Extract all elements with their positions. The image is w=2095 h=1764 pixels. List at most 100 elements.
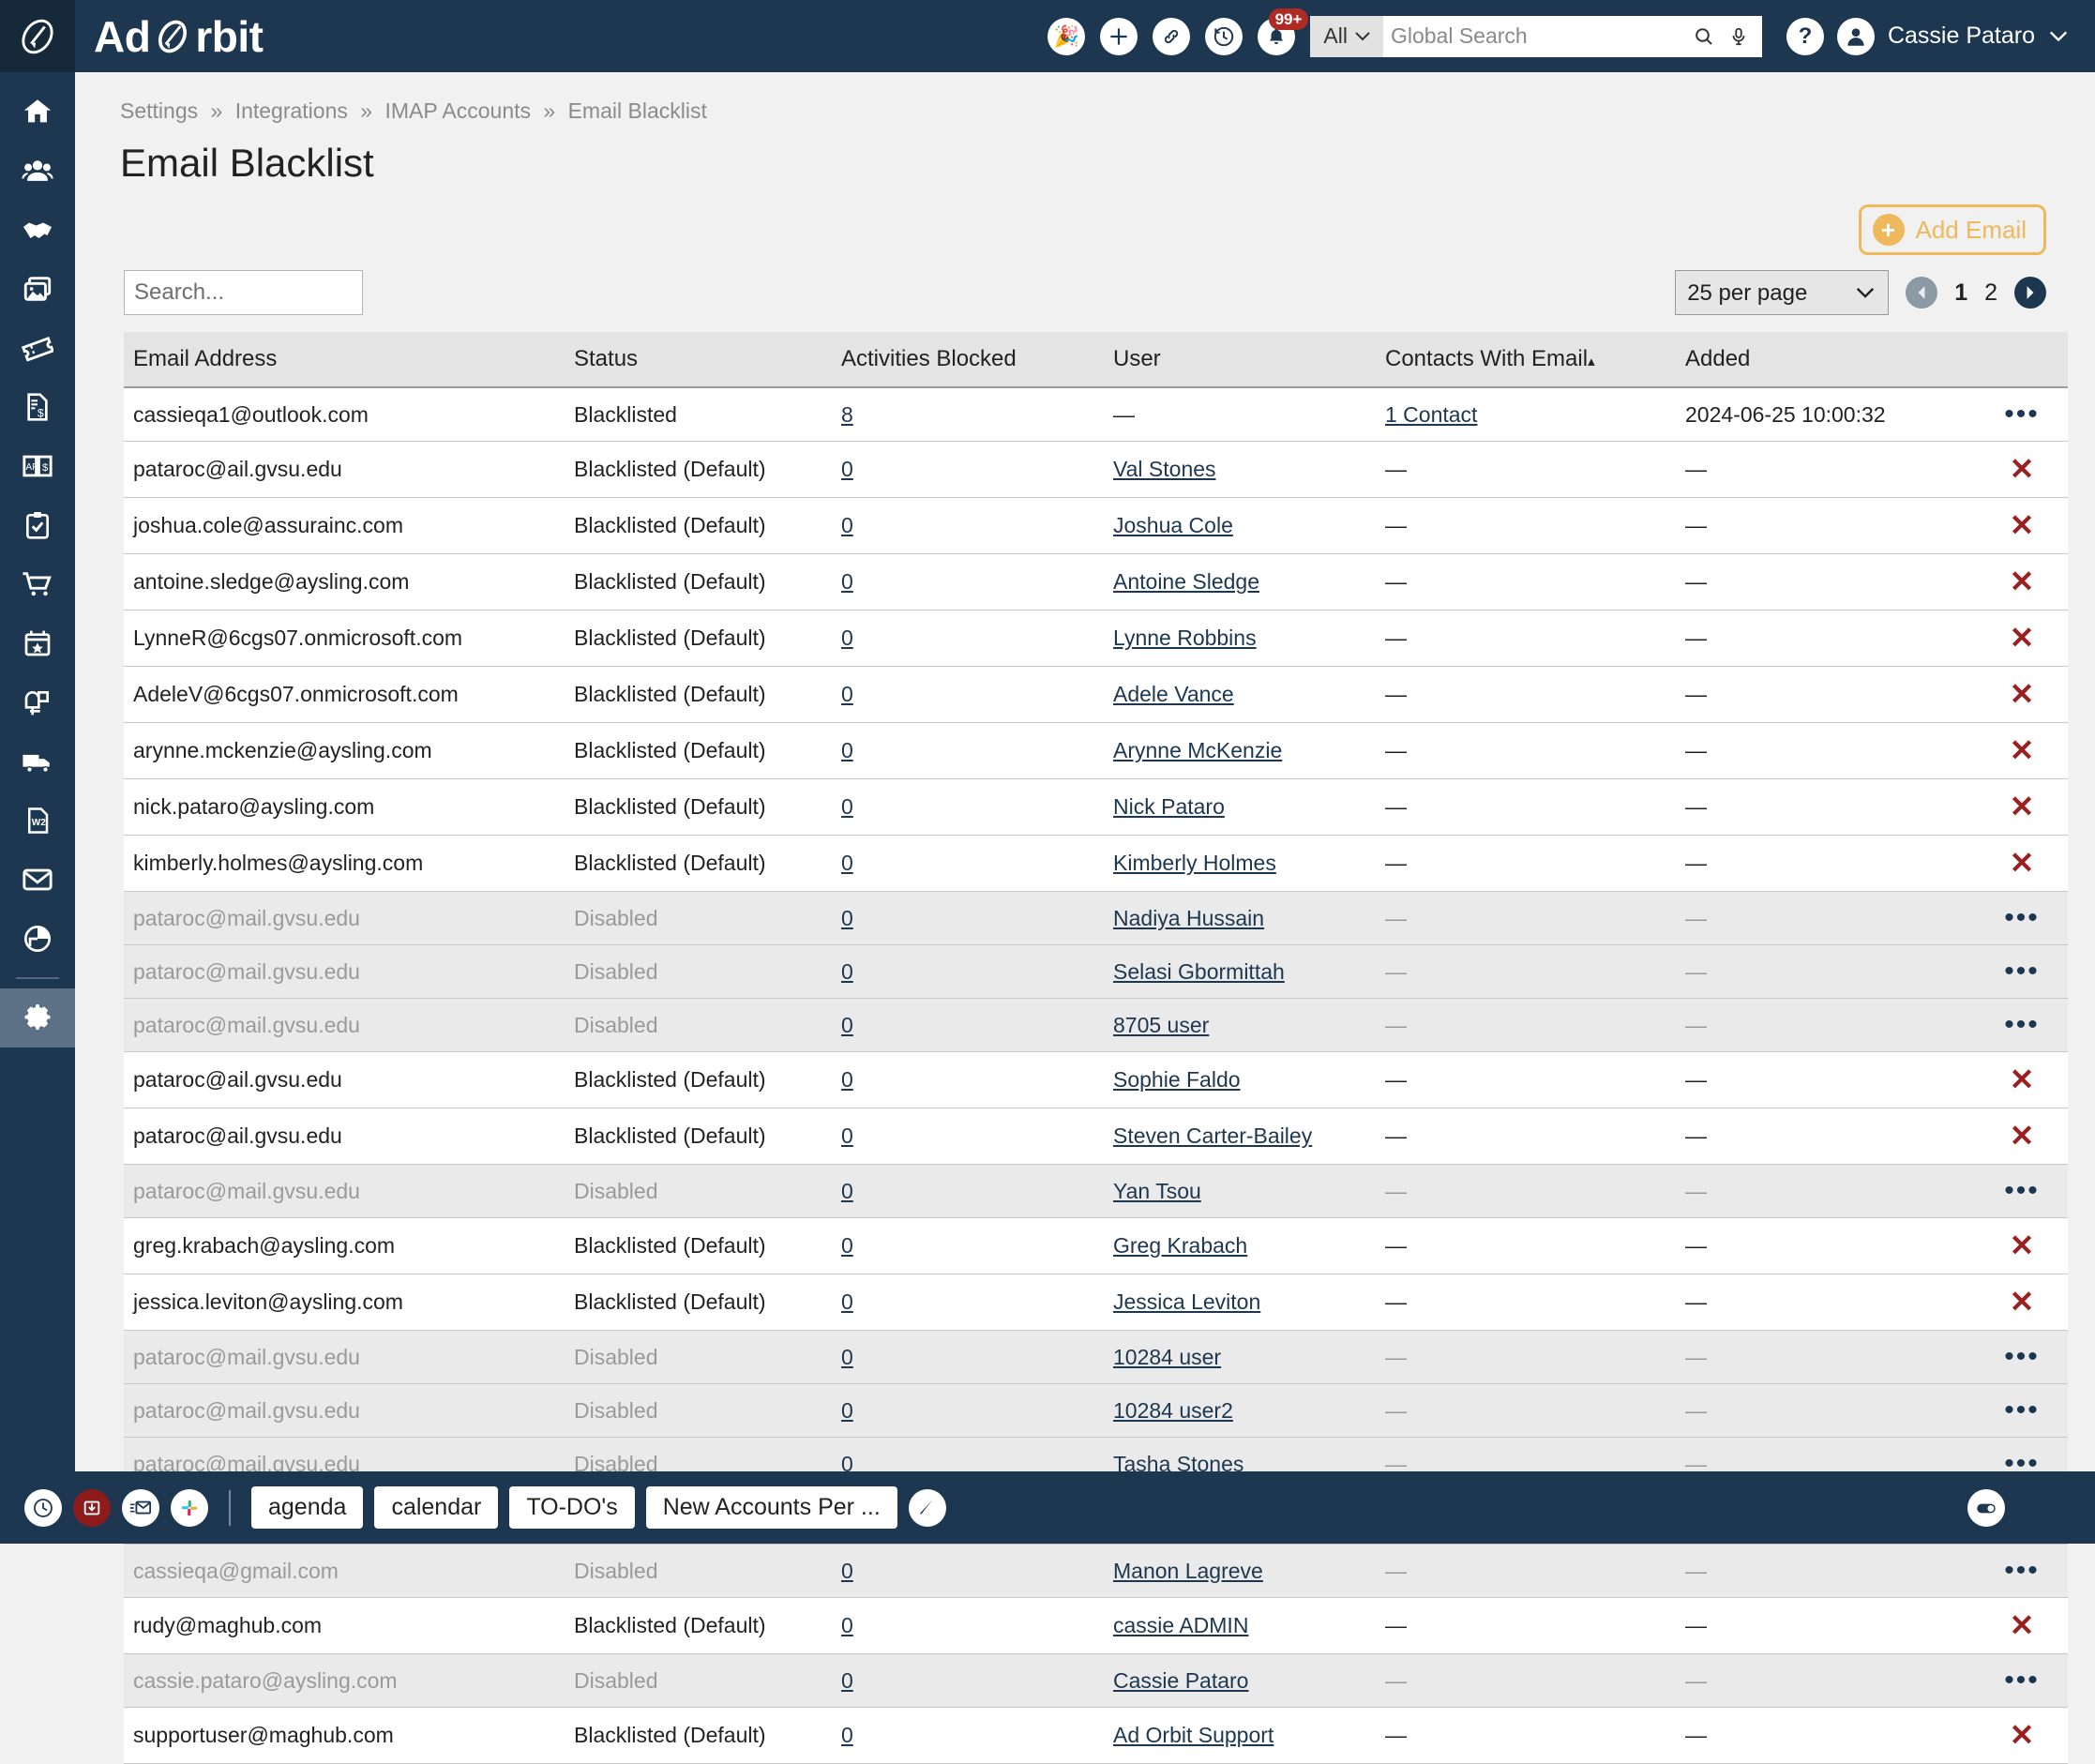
user-link[interactable]: Adele Vance bbox=[1113, 682, 1234, 706]
sidebar-item-media[interactable] bbox=[0, 259, 75, 318]
row-menu-icon[interactable]: ••• bbox=[2004, 1175, 2040, 1206]
page-number-1[interactable]: 1 bbox=[1954, 279, 1967, 307]
taskbar-button-new-accounts[interactable]: New Accounts Per ... bbox=[646, 1486, 897, 1529]
breadcrumb-item-integrations[interactable]: Integrations bbox=[235, 98, 348, 123]
sidebar-item-w2[interactable]: W2 bbox=[0, 791, 75, 850]
microphone-icon[interactable] bbox=[1728, 25, 1749, 48]
user-link[interactable]: Kimberly Holmes bbox=[1113, 851, 1276, 875]
activities-blocked-link[interactable]: 0 bbox=[841, 1179, 853, 1203]
user-link[interactable]: cassie ADMIN bbox=[1113, 1613, 1248, 1637]
column-header-email-address[interactable]: Email Address bbox=[124, 332, 565, 387]
remove-x-icon[interactable]: ✕ bbox=[2010, 1229, 2035, 1262]
user-link[interactable]: Yan Tsou bbox=[1113, 1179, 1201, 1203]
sidebar-item-invoices[interactable]: $ bbox=[0, 377, 75, 436]
user-link[interactable]: Val Stones bbox=[1113, 457, 1216, 481]
remove-x-icon[interactable]: ✕ bbox=[2010, 677, 2035, 711]
user-link[interactable]: Steven Carter-Bailey bbox=[1113, 1123, 1312, 1148]
activities-blocked-link[interactable]: 0 bbox=[841, 738, 853, 762]
taskbar-button-calendar[interactable]: calendar bbox=[374, 1486, 498, 1529]
search-icon[interactable] bbox=[1693, 25, 1715, 48]
activities-blocked-link[interactable]: 0 bbox=[841, 906, 853, 930]
toggle-switch-icon[interactable] bbox=[1967, 1489, 2005, 1527]
remove-x-icon[interactable]: ✕ bbox=[2010, 846, 2035, 880]
column-header-contacts-with-email[interactable]: Contacts With Email▴ bbox=[1376, 332, 1676, 387]
user-link[interactable]: Greg Krabach bbox=[1113, 1233, 1247, 1258]
remove-x-icon[interactable]: ✕ bbox=[2010, 508, 2035, 542]
user-link[interactable]: Arynne McKenzie bbox=[1113, 738, 1282, 762]
row-menu-icon[interactable]: ••• bbox=[2004, 1009, 2040, 1040]
row-menu-icon[interactable]: ••• bbox=[2004, 1395, 2040, 1425]
activities-blocked-link[interactable]: 0 bbox=[841, 1013, 853, 1037]
contacts-with-email-link[interactable]: 1 Contact bbox=[1385, 402, 1477, 427]
user-link[interactable]: Lynne Robbins bbox=[1113, 626, 1257, 650]
user-link[interactable]: Sophie Faldo bbox=[1113, 1067, 1241, 1092]
breadcrumb-item-settings[interactable]: Settings bbox=[120, 98, 198, 123]
remove-x-icon[interactable]: ✕ bbox=[2010, 1718, 2035, 1752]
sidebar-item-reports[interactable] bbox=[0, 909, 75, 968]
remove-x-icon[interactable]: ✕ bbox=[2010, 790, 2035, 823]
row-menu-icon[interactable]: ••• bbox=[2004, 1341, 2040, 1372]
sidebar-item-home[interactable] bbox=[0, 82, 75, 141]
help-icon[interactable]: ? bbox=[1786, 18, 1824, 55]
user-link[interactable]: 10284 user bbox=[1113, 1345, 1221, 1369]
activities-blocked-link[interactable]: 0 bbox=[841, 569, 853, 594]
activities-blocked-link[interactable]: 0 bbox=[841, 1289, 853, 1314]
sidebar-item-tickets[interactable] bbox=[0, 318, 75, 377]
row-menu-icon[interactable]: ••• bbox=[2004, 902, 2040, 933]
user-menu[interactable]: ? Cassie Pataro bbox=[1786, 18, 2069, 55]
activities-blocked-link[interactable]: 0 bbox=[841, 457, 853, 481]
activities-blocked-link[interactable]: 0 bbox=[841, 1233, 853, 1258]
celebration-icon[interactable]: 🎉 bbox=[1048, 18, 1085, 55]
row-menu-icon[interactable]: ••• bbox=[2004, 1555, 2040, 1586]
page-number-2[interactable]: 2 bbox=[1984, 279, 1997, 307]
user-link[interactable]: Jessica Leviton bbox=[1113, 1289, 1260, 1314]
app-logo[interactable] bbox=[0, 0, 75, 72]
user-link[interactable]: Antoine Sledge bbox=[1113, 569, 1259, 594]
row-menu-icon[interactable]: ••• bbox=[2004, 1665, 2040, 1696]
activities-blocked-link[interactable]: 0 bbox=[841, 1123, 853, 1148]
remove-x-icon[interactable]: ✕ bbox=[2010, 565, 2035, 598]
activities-blocked-link[interactable]: 0 bbox=[841, 1668, 853, 1693]
activities-blocked-link[interactable]: 0 bbox=[841, 1398, 853, 1423]
user-link[interactable]: Nick Pataro bbox=[1113, 794, 1225, 819]
remove-x-icon[interactable]: ✕ bbox=[2010, 452, 2035, 486]
activities-blocked-link[interactable]: 0 bbox=[841, 1067, 853, 1092]
user-link[interactable]: 8705 user bbox=[1113, 1013, 1209, 1037]
sidebar-item-accounts-payable[interactable]: AP$ bbox=[0, 436, 75, 495]
history-icon[interactable] bbox=[1205, 18, 1243, 55]
prev-page-button[interactable] bbox=[1906, 277, 1937, 309]
notifications-bell-icon[interactable]: 99+ bbox=[1258, 18, 1295, 55]
activities-blocked-link[interactable]: 0 bbox=[841, 513, 853, 537]
add-icon[interactable] bbox=[1100, 18, 1138, 55]
user-link[interactable]: Cassie Pataro bbox=[1113, 1668, 1248, 1693]
sidebar-item-distribution[interactable] bbox=[0, 731, 75, 791]
sidebar-item-events[interactable] bbox=[0, 613, 75, 672]
remove-x-icon[interactable]: ✕ bbox=[2010, 1119, 2035, 1153]
add-email-button[interactable]: + Add Email bbox=[1859, 204, 2047, 255]
activities-blocked-link[interactable]: 0 bbox=[841, 959, 853, 984]
activities-blocked-link[interactable]: 0 bbox=[841, 1613, 853, 1637]
user-link[interactable]: Nadiya Hussain bbox=[1113, 906, 1264, 930]
search-scope-dropdown[interactable]: All bbox=[1310, 16, 1383, 57]
remove-x-icon[interactable]: ✕ bbox=[2010, 733, 2035, 767]
brand[interactable]: Ad rbit bbox=[94, 11, 263, 62]
taskbar-button-agenda[interactable]: agenda bbox=[251, 1486, 363, 1529]
activities-blocked-link[interactable]: 0 bbox=[841, 851, 853, 875]
activities-blocked-link[interactable]: 0 bbox=[841, 794, 853, 819]
activities-blocked-link[interactable]: 0 bbox=[841, 682, 853, 706]
activities-blocked-link[interactable]: 8 bbox=[841, 402, 853, 427]
sidebar-item-mailbox[interactable] bbox=[0, 672, 75, 731]
user-link[interactable]: Manon Lagreve bbox=[1113, 1559, 1263, 1583]
sidebar-item-settings[interactable] bbox=[0, 988, 75, 1048]
taskbar-button-todos[interactable]: TO-DO's bbox=[509, 1486, 634, 1529]
activities-blocked-link[interactable]: 0 bbox=[841, 1723, 853, 1747]
remove-x-icon[interactable]: ✕ bbox=[2010, 1608, 2035, 1642]
activities-blocked-link[interactable]: 0 bbox=[841, 1345, 853, 1369]
pencil-circle-icon[interactable] bbox=[909, 1489, 946, 1527]
breadcrumb-item-imap-accounts[interactable]: IMAP Accounts bbox=[384, 98, 531, 123]
sidebar-item-deals[interactable] bbox=[0, 200, 75, 259]
column-header-activities-blocked[interactable]: Activities Blocked bbox=[832, 332, 1104, 387]
activities-blocked-link[interactable]: 0 bbox=[841, 1559, 853, 1583]
sidebar-item-orders[interactable] bbox=[0, 554, 75, 613]
search-input[interactable] bbox=[124, 270, 363, 315]
